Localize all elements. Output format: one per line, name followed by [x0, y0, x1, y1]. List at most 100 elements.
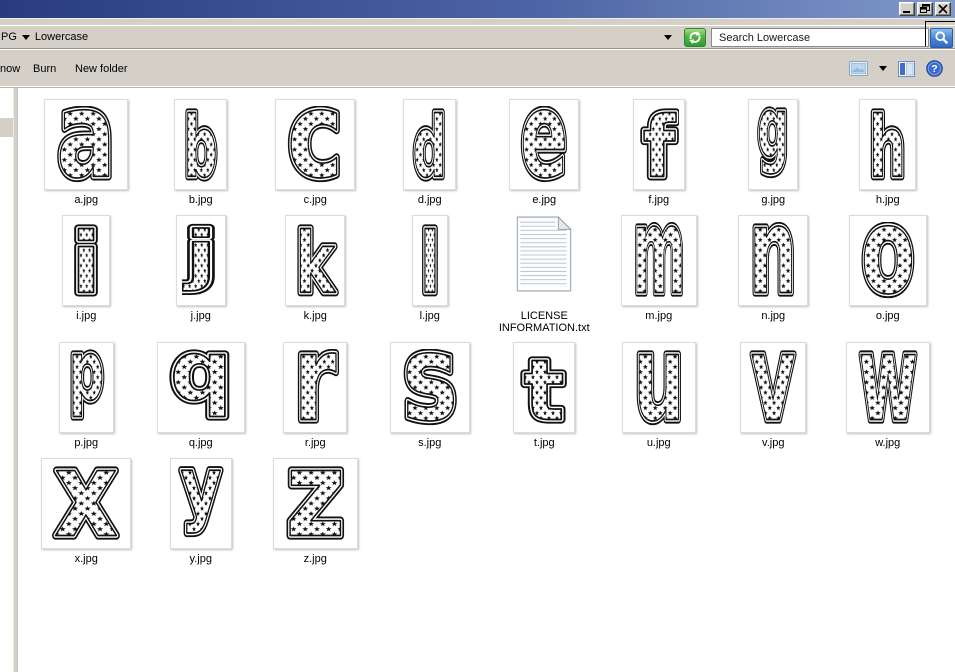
file-thumbnail: jjj [175, 215, 226, 306]
file-thumbnail: zzz [272, 458, 358, 549]
letter-thumbnail-art: bbb [181, 106, 221, 183]
thumbnail-page: hhh [859, 99, 917, 190]
file-item-i-jpg[interactable]: i i i i.jpg [29, 215, 144, 342]
preview-pane-icon[interactable] [898, 60, 915, 77]
file-thumbnail: www [845, 342, 930, 433]
slideshow-icon[interactable] [849, 61, 868, 76]
file-thumbnail: iii [62, 215, 111, 306]
close-button[interactable] [935, 2, 951, 16]
file-item-q-jpg[interactable]: q q q q.jpg [144, 342, 259, 458]
toolbar-item-new-folder[interactable]: New folder [75, 63, 128, 75]
thumbnail-page: rrr [283, 342, 348, 433]
file-item-m-jpg[interactable]: m m m m.jpg [602, 215, 717, 342]
search-input[interactable] [711, 28, 929, 47]
file-item-k-jpg[interactable]: k k k k.jpg [258, 215, 373, 342]
svg-text:n: n [749, 222, 797, 299]
file-label: m.jpg [645, 310, 673, 322]
letter-thumbnail-art: hhh [866, 106, 910, 183]
thumbnail-page: ccc [275, 99, 356, 190]
file-item-g-jpg[interactable]: g g g g.jpg [716, 99, 831, 215]
file-grid: a a a a.jpg b b b b.jpg c c c c.jpg d d d d.jpg e e e e.jpg… [29, 99, 945, 574]
svg-text:s: s [402, 349, 458, 426]
thumbnail-page: fff [632, 99, 685, 190]
toolbar-item-burn[interactable]: Burn [33, 63, 56, 75]
svg-text:u: u [633, 349, 684, 426]
thumbnail-page: www [845, 342, 930, 433]
file-item-license-txt[interactable]: LICENSE INFORMATION.txt [487, 215, 602, 342]
svg-text:b: b [184, 106, 218, 183]
file-label: e.jpg [532, 194, 557, 206]
minimize-button[interactable] [899, 2, 915, 16]
file-label: q.jpg [188, 437, 213, 449]
letter-thumbnail-art: ttt [520, 349, 568, 426]
file-item-u-jpg[interactable]: u u u u.jpg [602, 342, 717, 458]
letter-thumbnail-art: vvv [747, 349, 799, 426]
file-thumbnail: lll [411, 215, 448, 306]
breadcrumb-current[interactable]: Lowercase [35, 31, 88, 43]
file-item-s-jpg[interactable]: s s s s.jpg [373, 342, 488, 458]
file-item-w-jpg[interactable]: w w w w.jpg [831, 342, 946, 458]
file-label: a.jpg [74, 194, 99, 206]
help-icon[interactable]: ? [926, 60, 943, 77]
file-item-x-jpg[interactable]: x x x x.jpg [29, 458, 144, 574]
refresh-button[interactable] [684, 28, 706, 47]
views-dropdown-arrow-icon[interactable] [879, 66, 887, 71]
file-item-b-jpg[interactable]: b b b b.jpg [144, 99, 259, 215]
svg-text:g: g [758, 106, 789, 176]
file-item-f-jpg[interactable]: f f f f.jpg [602, 99, 717, 215]
navigation-scrollbar-fragment[interactable] [0, 118, 13, 137]
breadcrumb-dropdown-icon[interactable] [21, 34, 30, 40]
file-label: b.jpg [188, 194, 213, 206]
svg-text:d: d [413, 106, 447, 183]
file-item-h-jpg[interactable]: h h h h.jpg [831, 99, 946, 215]
svg-text:q: q [170, 349, 232, 420]
minimize-icon [903, 11, 910, 13]
file-thumbnail: qqq [156, 342, 245, 433]
file-thumbnail: ttt [513, 342, 576, 433]
letter-thumbnail-art: iii [68, 222, 104, 299]
letter-thumbnail-art: uuu [629, 349, 688, 426]
breadcrumb: PG Lowercase [1, 26, 88, 48]
file-item-t-jpg[interactable]: t t t t.jpg [487, 342, 602, 458]
file-label: LICENSE INFORMATION.txt [498, 310, 590, 334]
address-history-arrow-icon[interactable] [664, 35, 672, 40]
file-item-d-jpg[interactable]: d d d d.jpg [373, 99, 488, 215]
thumbnail-page: sss [389, 342, 470, 433]
file-item-v-jpg[interactable]: v v v v.jpg [716, 342, 831, 458]
restore-button[interactable] [917, 2, 933, 16]
pane-separator[interactable] [13, 88, 18, 672]
file-label: w.jpg [875, 437, 901, 449]
file-label: u.jpg [646, 437, 671, 449]
file-item-y-jpg[interactable]: y y y y.jpg [144, 458, 259, 574]
file-item-o-jpg[interactable]: o o o o.jpg [831, 215, 946, 342]
breadcrumb-prefix[interactable]: PG [1, 31, 17, 43]
thumbnail-page: aaa [44, 99, 129, 190]
file-item-r-jpg[interactable]: r r r r.jpg [258, 342, 373, 458]
svg-text:l: l [420, 222, 440, 299]
thumbnail-page: bbb [174, 99, 228, 190]
search-button[interactable] [930, 28, 953, 48]
file-thumbnail: ccc [275, 99, 356, 190]
file-item-z-jpg[interactable]: z z z z.jpg [258, 458, 373, 574]
file-item-c-jpg[interactable]: c c c c.jpg [258, 99, 373, 215]
file-item-l-jpg[interactable]: l l l l.jpg [373, 215, 488, 342]
file-item-e-jpg[interactable]: e e e e.jpg [487, 99, 602, 215]
file-thumbnail: ggg [748, 99, 799, 190]
file-item-a-jpg[interactable]: a a a a.jpg [29, 99, 144, 215]
letter-thumbnail-art: aaa [52, 106, 120, 183]
svg-text:v: v [751, 349, 795, 426]
file-item-j-jpg[interactable]: j j j j.jpg [144, 215, 259, 342]
svg-text:c: c [287, 106, 343, 183]
svg-text:a: a [57, 106, 116, 183]
thumbnail-page: zzz [272, 458, 358, 549]
file-label: j.jpg [190, 310, 211, 322]
toolbar-item-slideshow[interactable]: now [0, 63, 20, 75]
svg-text:w: w [858, 349, 917, 426]
letter-thumbnail-art: www [854, 349, 922, 426]
file-item-n-jpg[interactable]: n n n n.jpg [716, 215, 831, 342]
letter-thumbnail-art: eee [517, 106, 572, 183]
letter-thumbnail-art: ppp [65, 349, 107, 423]
file-item-p-jpg[interactable]: p p p p.jpg [29, 342, 144, 458]
file-thumbnail: sss [389, 342, 470, 433]
letter-thumbnail-art: sss [398, 349, 462, 426]
